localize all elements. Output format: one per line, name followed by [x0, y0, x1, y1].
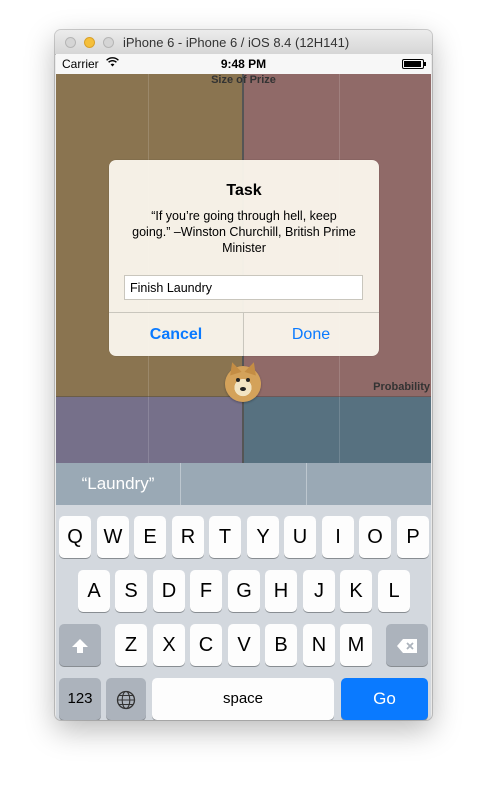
- device-screen: Carrier 9:48 PM Size of Prize Probabilit…: [56, 54, 431, 720]
- simulator-window: iPhone 6 - iPhone 6 / iOS 8.4 (12H141) C…: [55, 30, 432, 720]
- key-o[interactable]: O: [359, 516, 391, 558]
- task-input[interactable]: [124, 275, 363, 300]
- key-u[interactable]: U: [284, 516, 316, 558]
- minimize-button[interactable]: [84, 37, 95, 48]
- doge-icon[interactable]: [225, 360, 261, 402]
- key-d[interactable]: D: [153, 570, 185, 612]
- close-button[interactable]: [65, 37, 76, 48]
- key-h[interactable]: H: [265, 570, 297, 612]
- predictive-bar: “Laundry”: [56, 463, 431, 505]
- key-a[interactable]: A: [78, 570, 110, 612]
- shift-icon: [71, 634, 89, 656]
- key-y[interactable]: Y: [247, 516, 279, 558]
- key-z[interactable]: Z: [115, 624, 147, 666]
- globe-key[interactable]: [106, 678, 146, 720]
- quadrant-bottom-right: [243, 397, 431, 467]
- status-time: 9:48 PM: [220, 57, 267, 71]
- globe-icon: [116, 688, 136, 710]
- key-x[interactable]: X: [153, 624, 185, 666]
- keyboard: Q W E R T Y U I O P A S D F G H J K L Z …: [56, 505, 431, 720]
- key-r[interactable]: R: [172, 516, 204, 558]
- key-e[interactable]: E: [134, 516, 166, 558]
- key-v[interactable]: V: [228, 624, 260, 666]
- space-key[interactable]: space: [152, 678, 334, 720]
- axis-label-probability: Probability: [373, 381, 430, 393]
- task-alert-dialog: Task “If you’re going through hell, keep…: [109, 160, 379, 356]
- zoom-button[interactable]: [103, 37, 114, 48]
- key-g[interactable]: G: [228, 570, 260, 612]
- battery-icon: [402, 59, 426, 69]
- status-bar: Carrier 9:48 PM: [56, 54, 431, 74]
- suggestion-1[interactable]: “Laundry”: [56, 463, 180, 505]
- alert-button-bar: Cancel Done: [109, 312, 379, 356]
- key-s[interactable]: S: [115, 570, 147, 612]
- quadrant-bottom-left: [56, 397, 243, 467]
- key-w[interactable]: W: [97, 516, 129, 558]
- delete-key[interactable]: [386, 624, 428, 666]
- alert-message: “If you’re going through hell, keep goin…: [132, 209, 356, 255]
- key-n[interactable]: N: [303, 624, 335, 666]
- key-p[interactable]: P: [397, 516, 429, 558]
- key-j[interactable]: J: [303, 570, 335, 612]
- delete-icon: [396, 634, 418, 656]
- key-c[interactable]: C: [190, 624, 222, 666]
- axis-label-size-of-prize: Size of Prize: [211, 74, 276, 86]
- shift-key[interactable]: [59, 624, 101, 666]
- suggestion-3[interactable]: [307, 463, 431, 505]
- key-b[interactable]: B: [265, 624, 297, 666]
- window-title: iPhone 6 - iPhone 6 / iOS 8.4 (12H141): [123, 35, 350, 50]
- done-button[interactable]: Done: [244, 313, 378, 356]
- key-i[interactable]: I: [322, 516, 354, 558]
- alert-title: Task: [226, 182, 262, 199]
- key-m[interactable]: M: [340, 624, 372, 666]
- title-bar: iPhone 6 - iPhone 6 / iOS 8.4 (12H141): [55, 30, 432, 55]
- cancel-button[interactable]: Cancel: [109, 313, 243, 356]
- key-t[interactable]: T: [209, 516, 241, 558]
- numbers-key[interactable]: 123: [59, 678, 101, 720]
- key-l[interactable]: L: [378, 570, 410, 612]
- go-key[interactable]: Go: [341, 678, 428, 720]
- key-f[interactable]: F: [190, 570, 222, 612]
- suggestion-2[interactable]: [181, 463, 306, 505]
- key-k[interactable]: K: [340, 570, 372, 612]
- key-q[interactable]: Q: [59, 516, 91, 558]
